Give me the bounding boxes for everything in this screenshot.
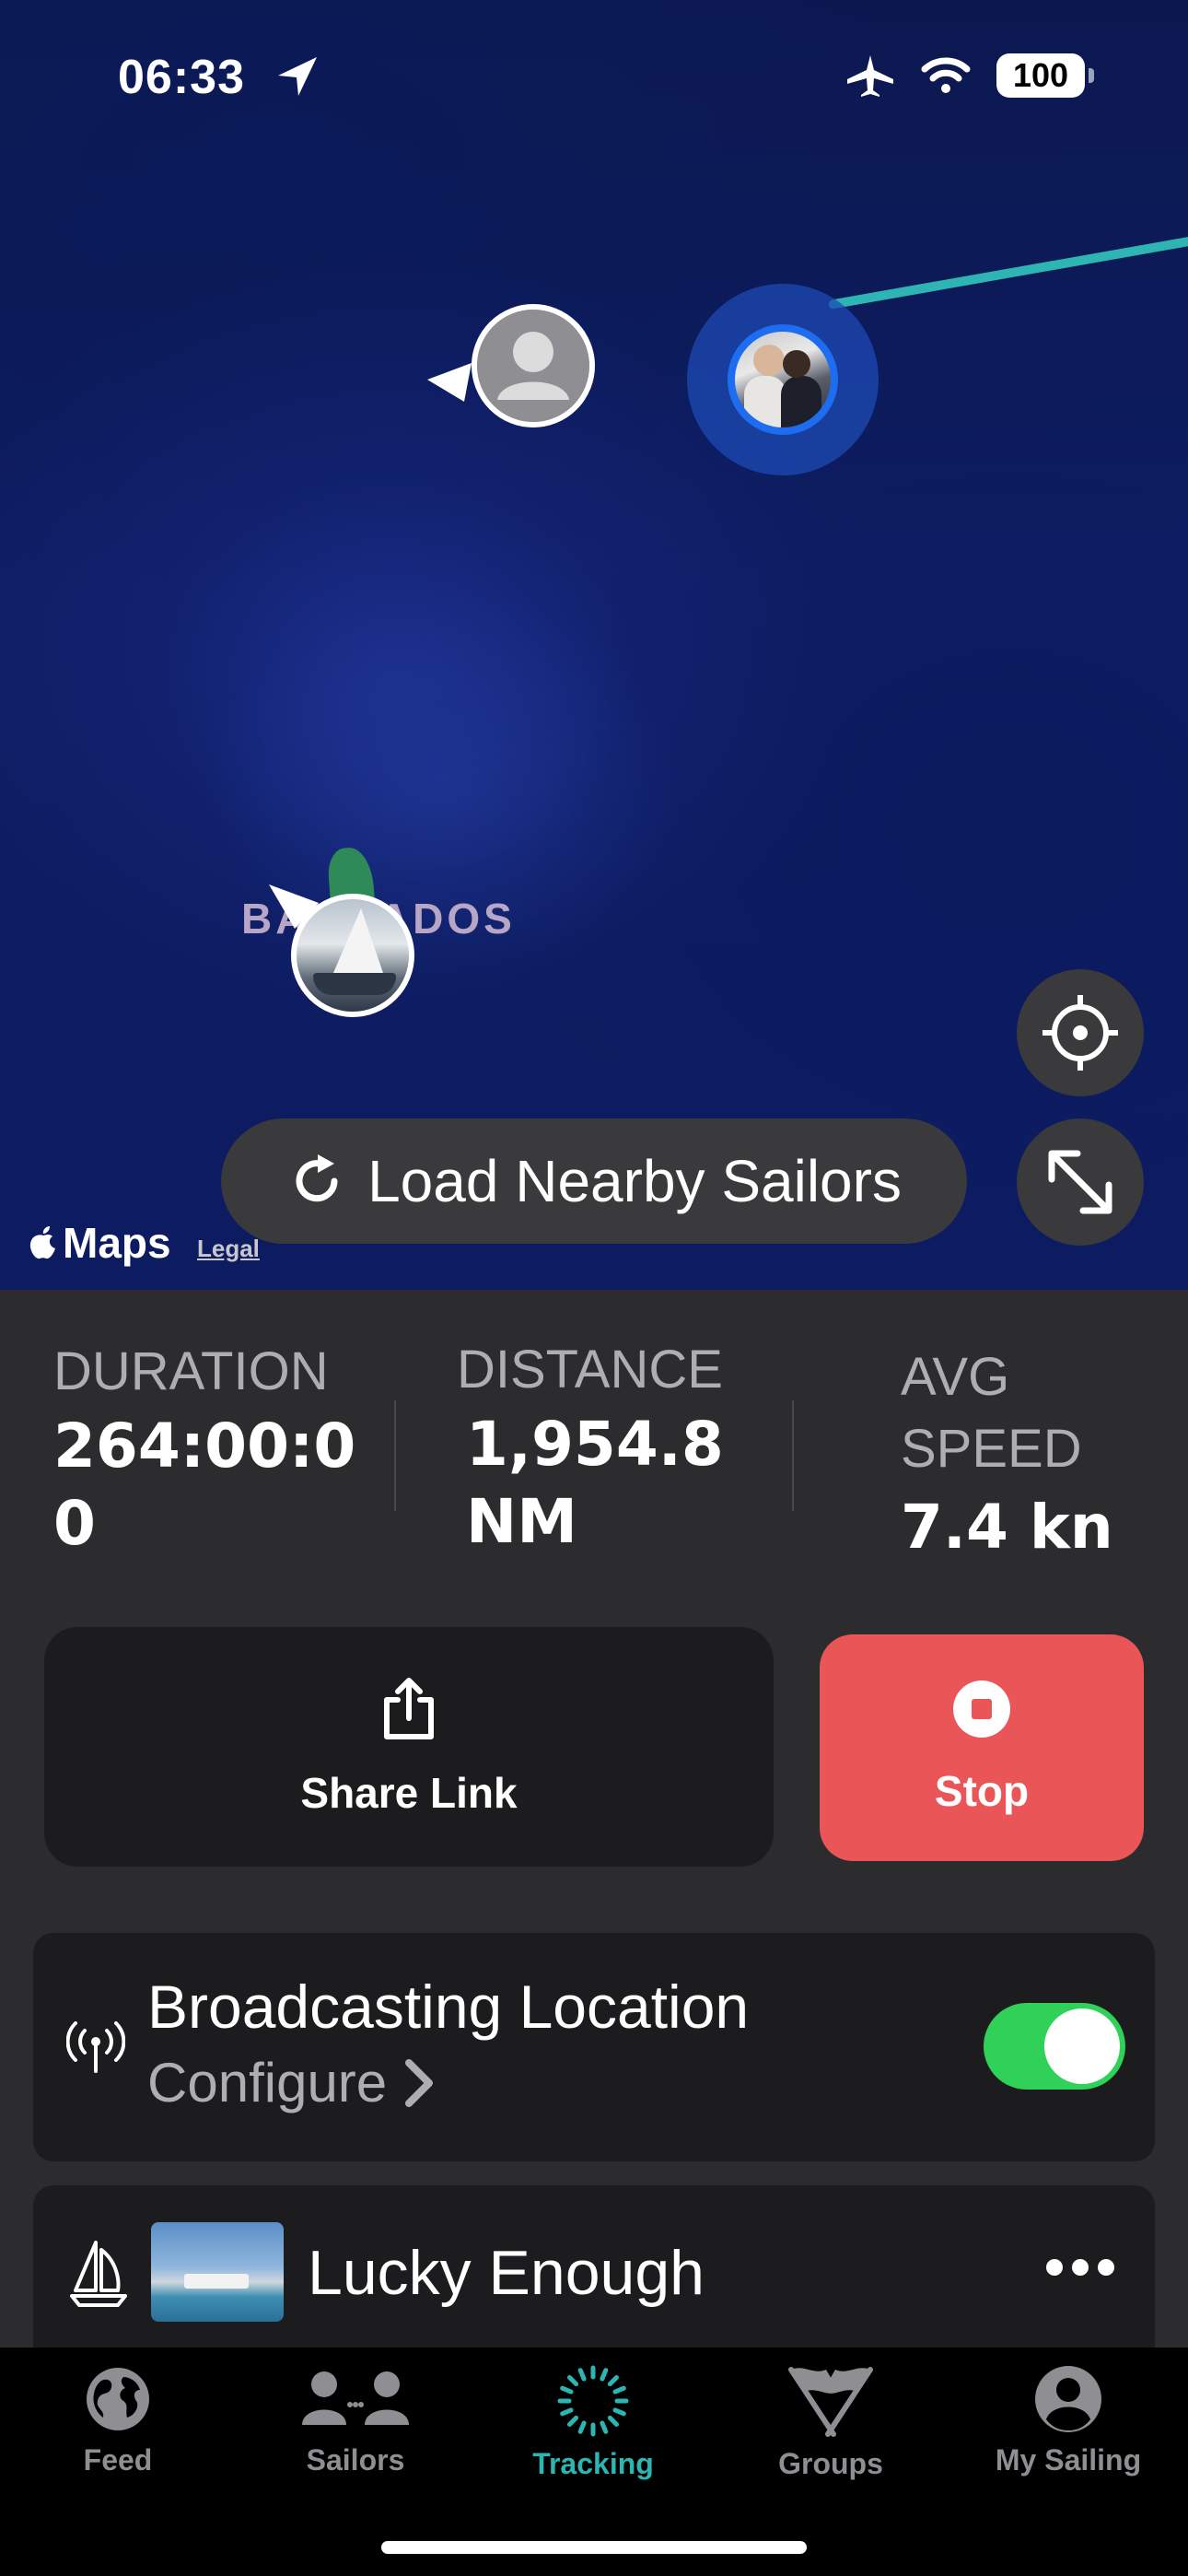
load-nearby-sailors-button[interactable]: Load Nearby Sailors	[221, 1118, 967, 1244]
broadcast-title: Broadcasting Location	[147, 1973, 750, 2041]
distance-value-line1: 1,954.8	[466, 1409, 724, 1480]
status-time: 06:33	[118, 51, 245, 104]
self-avatar-marker[interactable]	[728, 324, 838, 435]
tab-my-sailing[interactable]: My Sailing	[967, 2364, 1170, 2477]
tab-sailors[interactable]: Sailors	[254, 2364, 457, 2477]
person-placeholder-icon	[477, 310, 589, 422]
broadcast-toggle[interactable]	[984, 2003, 1125, 2090]
boat-name: Lucky Enough	[308, 2238, 705, 2308]
distance-stat: DISTANCE 1,954.8 NM	[457, 1334, 761, 1561]
apple-logo-icon	[29, 1226, 55, 1259]
airplane-icon	[847, 55, 893, 97]
refresh-icon	[296, 1154, 338, 1202]
tab-label: Tracking	[532, 2447, 654, 2480]
tab-label: My Sailing	[995, 2443, 1142, 2476]
avg-speed-label-line1: AVG	[901, 1347, 1010, 1407]
globe-icon	[87, 2368, 149, 2430]
broadcast-location-card: Broadcasting Location Configure	[33, 1933, 1155, 2161]
stop-label: Stop	[934, 1767, 1030, 1815]
load-nearby-label: Load Nearby Sailors	[367, 1148, 902, 1214]
avg-speed-stat: AVG SPEED 7.4 kn	[901, 1341, 1140, 1566]
maps-brand: Maps	[63, 1219, 171, 1267]
crossed-flags-icon	[788, 2367, 873, 2437]
home-indicator	[381, 2541, 807, 2554]
avg-speed-value: 7.4 kn	[901, 1492, 1113, 1563]
people-icon	[302, 2371, 409, 2425]
map-view[interactable]: BARBADOS 06:33 100	[0, 0, 1188, 1290]
apple-maps-logo: Maps	[28, 1218, 171, 1268]
tab-label: Feed	[83, 2443, 153, 2476]
expand-arrows-icon	[1048, 1150, 1112, 1214]
person-circle-icon	[1035, 2366, 1101, 2432]
boat-photo	[151, 2222, 284, 2322]
configure-link[interactable]: Configure	[147, 2051, 435, 2114]
boat-card[interactable]: Lucky Enough	[33, 2185, 1155, 2370]
sailor-avatar-marker[interactable]	[472, 304, 595, 427]
battery-icon: 100	[996, 53, 1094, 98]
expand-map-button[interactable]	[1017, 1118, 1144, 1246]
legal-link[interactable]: Legal	[197, 1235, 260, 1263]
locate-me-button[interactable]	[1017, 969, 1144, 1096]
sailor-heading-arrow-icon	[427, 363, 472, 402]
duration-stat: DURATION 264:00:0 0	[53, 1336, 367, 1563]
avg-speed-label-line2: SPEED	[901, 1419, 1082, 1479]
share-link-label: Share Link	[300, 1769, 518, 1817]
tracking-ring-icon	[557, 2365, 629, 2437]
wifi-icon	[921, 57, 971, 93]
configure-label: Configure	[147, 2052, 388, 2113]
stat-divider	[792, 1400, 794, 1511]
tab-label: Sailors	[306, 2443, 405, 2476]
sailboat-icon	[70, 2241, 127, 2307]
duration-value-line1: 264:00:0	[53, 1411, 356, 1481]
tab-feed[interactable]: Feed	[17, 2364, 219, 2477]
more-options-icon[interactable]	[1046, 2259, 1114, 2276]
distance-label: DISTANCE	[457, 1340, 723, 1399]
stop-tracking-button[interactable]: Stop	[820, 1634, 1144, 1861]
tab-tracking[interactable]: Tracking	[492, 2364, 694, 2481]
duration-label: DURATION	[53, 1341, 329, 1401]
duration-value-line2: 0	[53, 1488, 96, 1559]
chevron-right-icon	[405, 2058, 434, 2107]
location-arrow-icon	[278, 57, 317, 96]
stop-icon	[953, 1680, 1010, 1738]
stat-divider	[394, 1400, 396, 1511]
share-icon	[384, 1678, 434, 1739]
trip-stats: DURATION 264:00:0 0 DISTANCE 1,954.8 NM …	[0, 1290, 1188, 1585]
boat-avatar-marker[interactable]	[291, 894, 414, 1017]
broadcast-antenna-icon	[66, 2021, 125, 2073]
toggle-knob	[1044, 2008, 1120, 2084]
distance-value-line2: NM	[466, 1486, 577, 1557]
tab-groups[interactable]: Groups	[729, 2364, 932, 2481]
crosshair-icon	[1042, 995, 1118, 1071]
tab-label: Groups	[778, 2447, 883, 2480]
share-link-button[interactable]: Share Link	[44, 1627, 774, 1867]
track-line	[828, 233, 1188, 310]
